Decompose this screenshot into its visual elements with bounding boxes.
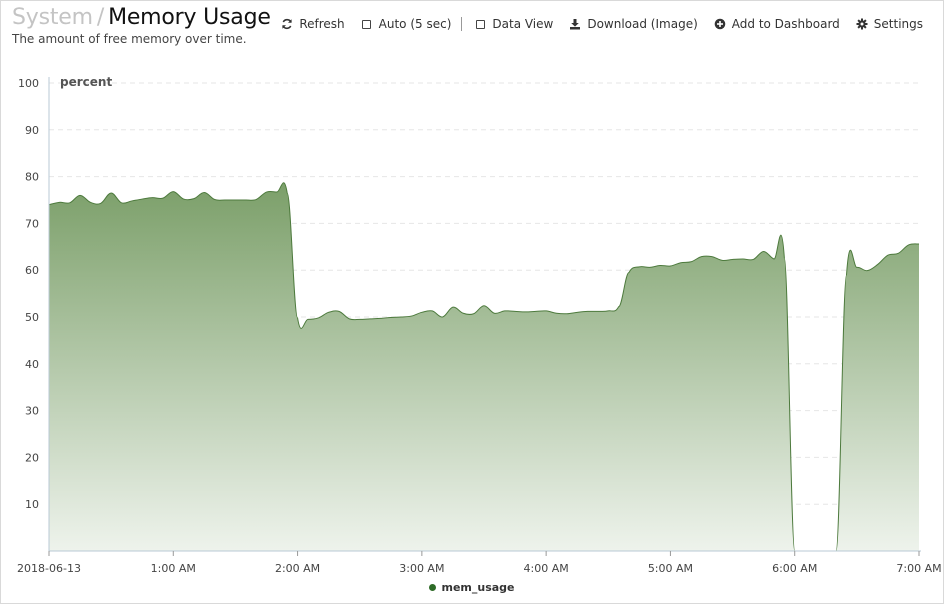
y-tick-label: 40 — [25, 358, 39, 371]
memory-usage-chart: 102030405060708090100 2018-06-13 1:00 AM 2… — [17, 75, 942, 575]
x-tick-label: 3:00 AM — [399, 562, 444, 575]
y-tick-label: 90 — [25, 124, 39, 137]
y-tick-label: 60 — [25, 264, 39, 277]
y-tick-label: 50 — [25, 311, 39, 324]
x-tick-label: 6:00 AM — [772, 562, 817, 575]
legend-label: mem_usage — [441, 581, 515, 594]
area-series — [48, 182, 920, 552]
legend-dot — [429, 584, 437, 591]
y-tick-label: 20 — [25, 451, 39, 464]
y-tick-label: 70 — [25, 217, 39, 230]
x-tick-label: 2:00 AM — [275, 562, 320, 575]
x-tick-label: 2018-06-13 — [17, 562, 81, 575]
y-tick-label: 10 — [25, 498, 39, 511]
y-axis-unit-label: percent — [60, 75, 112, 89]
y-tick-label: 30 — [25, 405, 39, 418]
legend-item[interactable]: mem_usage — [429, 581, 515, 594]
y-tick-labels: 10 20 30 40 50 60 70 80 90 100 — [18, 77, 39, 511]
y-tick-label: 100 — [18, 77, 39, 90]
x-tick-label: 4:00 AM — [524, 562, 569, 575]
x-tick-label: 1:00 AM — [151, 562, 196, 575]
x-tick-label: 7:00 AM — [896, 562, 941, 575]
x-tick-labels: 2018-06-13 1:00 AM 2:00 AM 3:00 AM 4:00 AM 5:… — [17, 551, 942, 575]
chart-legend: mem_usage — [1, 581, 943, 594]
x-tick-label: 5:00 AM — [648, 562, 693, 575]
chart-panel: System / Memory Usage The amount of free m… — [0, 0, 944, 604]
y-tick-label: 80 — [25, 171, 39, 184]
